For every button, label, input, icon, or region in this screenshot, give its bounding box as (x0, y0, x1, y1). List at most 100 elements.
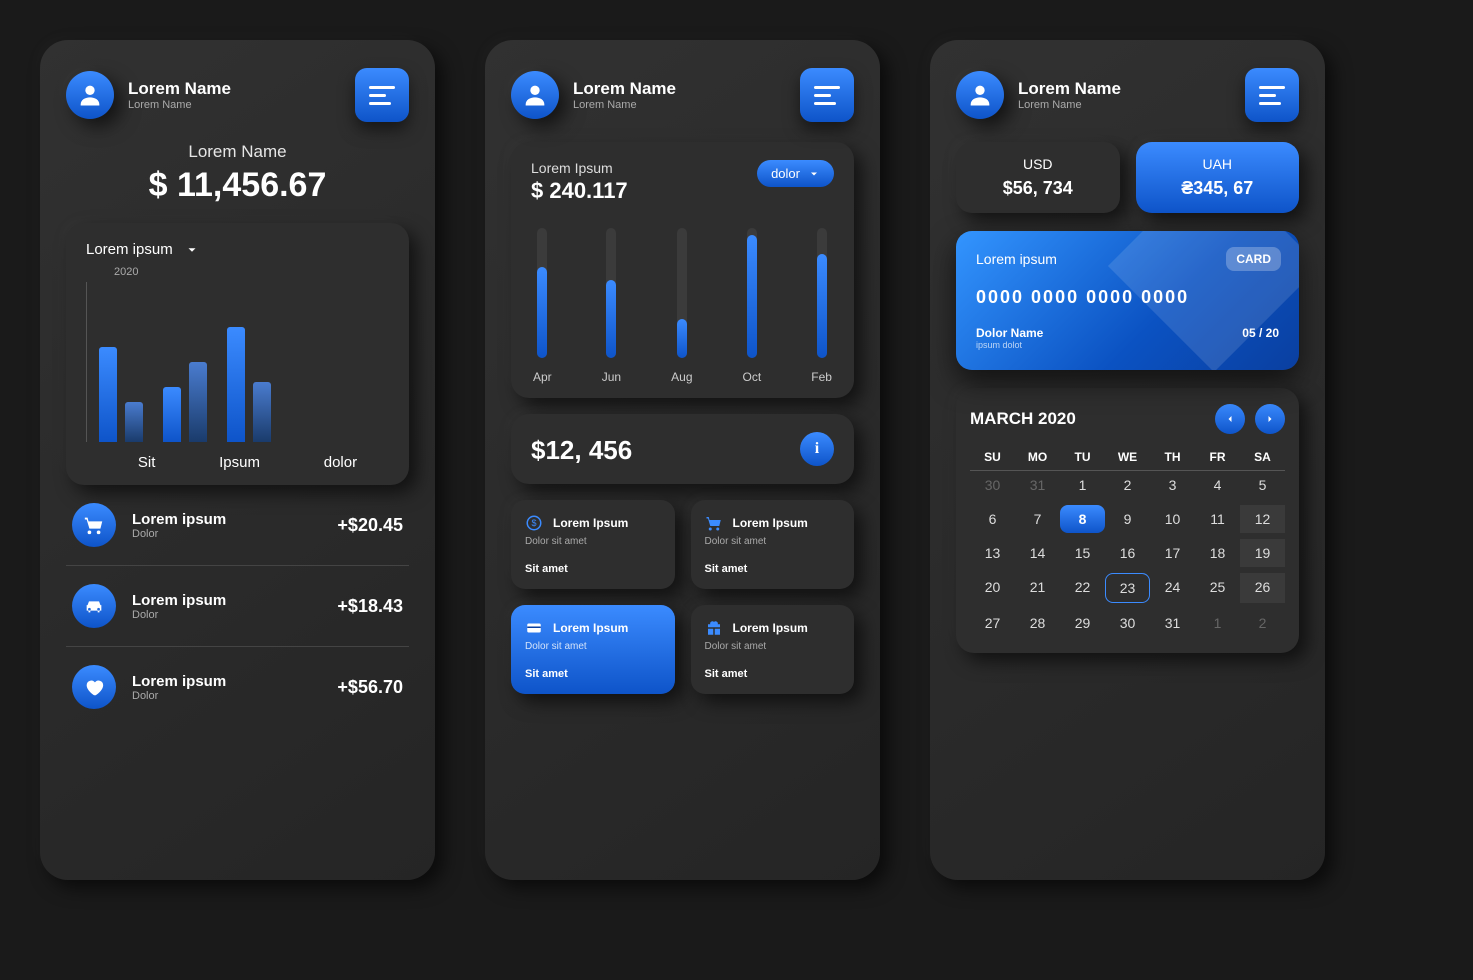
day-cell[interactable]: 5 (1240, 471, 1285, 499)
slider-col[interactable]: Apr (533, 228, 552, 384)
category-card[interactable]: Lorem IpsumDolor sit ametSit amet (691, 500, 855, 589)
day-cell[interactable]: 16 (1105, 539, 1150, 567)
day-cell[interactable]: 21 (1015, 573, 1060, 603)
phone-screen-2: Lorem NameLorem Name Lorem Ipsum $ 240.1… (485, 40, 880, 880)
phone-screen-1: Lorem Name Lorem Name Lorem Name $ 11,45… (40, 40, 435, 880)
credit-card[interactable]: Lorem ipsum CARD 0000 0000 0000 0000 Dol… (956, 231, 1299, 370)
slider-label: Jun (602, 370, 621, 384)
chevron-right-icon (1264, 413, 1276, 425)
header-name: Lorem Name (1018, 79, 1231, 99)
day-cell[interactable]: 17 (1150, 539, 1195, 567)
balance-amount: $ 11,456.67 (66, 166, 409, 205)
sliders-row: Apr Jun Aug Oct Feb (531, 228, 834, 384)
cc-badge: CARD (1226, 247, 1281, 271)
category-card[interactable]: Lorem IpsumDolor sit ametSit amet (691, 605, 855, 694)
day-cell[interactable]: 27 (970, 609, 1015, 637)
day-cell[interactable]: 11 (1195, 505, 1240, 533)
total-amount: $12, 456 (531, 435, 632, 466)
day-cell[interactable]: 2 (1240, 609, 1285, 637)
card-sub: Dolor sit amet (705, 641, 841, 652)
tx-amount: +$56.70 (337, 677, 403, 698)
slider-col[interactable]: Feb (811, 228, 832, 384)
day-cell[interactable]: 4 (1195, 471, 1240, 499)
chart-dropdown[interactable]: Lorem ipsum (86, 241, 389, 258)
day-cell[interactable]: 24 (1150, 573, 1195, 603)
card-title: Lorem Ipsum (553, 516, 628, 530)
card-sub: Dolor sit amet (525, 536, 661, 547)
chart-cat-label: Sit (138, 454, 156, 471)
header-name: Lorem Name (128, 79, 341, 99)
car-icon (72, 584, 116, 628)
tx-title: Lorem ipsum (132, 592, 321, 609)
slider-col[interactable]: Aug (671, 228, 692, 384)
day-cell[interactable]: 22 (1060, 573, 1105, 603)
day-cell[interactable]: 7 (1015, 505, 1060, 533)
currency-usd[interactable]: USD $56, 734 (956, 142, 1120, 213)
gift-icon (705, 619, 723, 637)
day-cell[interactable]: 13 (970, 539, 1015, 567)
tx-title: Lorem ipsum (132, 673, 321, 690)
menu-button[interactable] (800, 68, 854, 122)
slider-col[interactable]: Oct (743, 228, 762, 384)
avatar[interactable] (66, 71, 114, 119)
slider-label: Oct (743, 370, 762, 384)
dow-cell: TH (1150, 444, 1195, 471)
day-cell[interactable]: 6 (970, 505, 1015, 533)
day-cell[interactable]: 18 (1195, 539, 1240, 567)
day-cell[interactable]: 19 (1240, 539, 1285, 567)
day-cell[interactable]: 1 (1195, 609, 1240, 637)
slider-col[interactable]: Jun (602, 228, 621, 384)
card-sub: Dolor sit amet (705, 536, 841, 547)
day-cell[interactable]: 28 (1015, 609, 1060, 637)
person-icon (521, 81, 549, 109)
transaction-row[interactable]: Lorem ipsumDolor +$20.45 (66, 485, 409, 566)
slider-label: Feb (811, 370, 832, 384)
header-sub: Lorem Name (573, 99, 786, 111)
mockup-stage: Lorem Name Lorem Name Lorem Name $ 11,45… (40, 40, 1433, 880)
currency-uah[interactable]: UAH ₴345, 67 (1136, 142, 1300, 213)
day-cell[interactable]: 25 (1195, 573, 1240, 603)
day-cell[interactable]: 31 (1015, 471, 1060, 499)
calendar-dow-row: SUMOTUWETHFRSA (970, 444, 1285, 471)
menu-button[interactable] (355, 68, 409, 122)
card-title: Lorem Ipsum (733, 621, 808, 635)
category-card[interactable]: Lorem IpsumDolor sit ametSit amet (511, 605, 675, 694)
day-cell[interactable]: 8 (1060, 505, 1105, 533)
chart-cat-label: dolor (324, 454, 357, 471)
calendar-prev-button[interactable] (1215, 404, 1245, 434)
day-cell[interactable]: 12 (1240, 505, 1285, 533)
calendar-title: MARCH 2020 (970, 409, 1076, 429)
day-cell[interactable]: 14 (1015, 539, 1060, 567)
menu-button[interactable] (1245, 68, 1299, 122)
info-button[interactable]: i (800, 432, 834, 466)
transaction-row[interactable]: Lorem ipsumDolor +$56.70 (66, 647, 409, 727)
day-cell[interactable]: 30 (1105, 609, 1150, 637)
currency-value: ₴345, 67 (1150, 178, 1286, 199)
day-cell[interactable]: 29 (1060, 609, 1105, 637)
chart-dropdown-label: Lorem ipsum (86, 241, 173, 258)
day-cell[interactable]: 26 (1240, 573, 1285, 603)
dow-cell: WE (1105, 444, 1150, 471)
card-icon (525, 619, 543, 637)
person-icon (76, 81, 104, 109)
day-cell[interactable]: 20 (970, 573, 1015, 603)
calendar-next-button[interactable] (1255, 404, 1285, 434)
day-cell[interactable]: 23 (1105, 573, 1150, 603)
day-cell[interactable]: 9 (1105, 505, 1150, 533)
cc-number: 0000 0000 0000 0000 (976, 287, 1279, 308)
pill-label: dolor (771, 166, 800, 181)
transaction-row[interactable]: Lorem ipsumDolor +$18.43 (66, 566, 409, 647)
day-cell[interactable]: 31 (1150, 609, 1195, 637)
filter-pill[interactable]: dolor (757, 160, 834, 187)
panel-label: Lorem Ipsum (531, 160, 628, 176)
category-card[interactable]: $Lorem IpsumDolor sit ametSit amet (511, 500, 675, 589)
day-cell[interactable]: 10 (1150, 505, 1195, 533)
day-cell[interactable]: 30 (970, 471, 1015, 499)
day-cell[interactable]: 1 (1060, 471, 1105, 499)
day-cell[interactable]: 3 (1150, 471, 1195, 499)
day-cell[interactable]: 15 (1060, 539, 1105, 567)
day-cell[interactable]: 2 (1105, 471, 1150, 499)
avatar[interactable] (511, 71, 559, 119)
avatar[interactable] (956, 71, 1004, 119)
person-icon (966, 81, 994, 109)
